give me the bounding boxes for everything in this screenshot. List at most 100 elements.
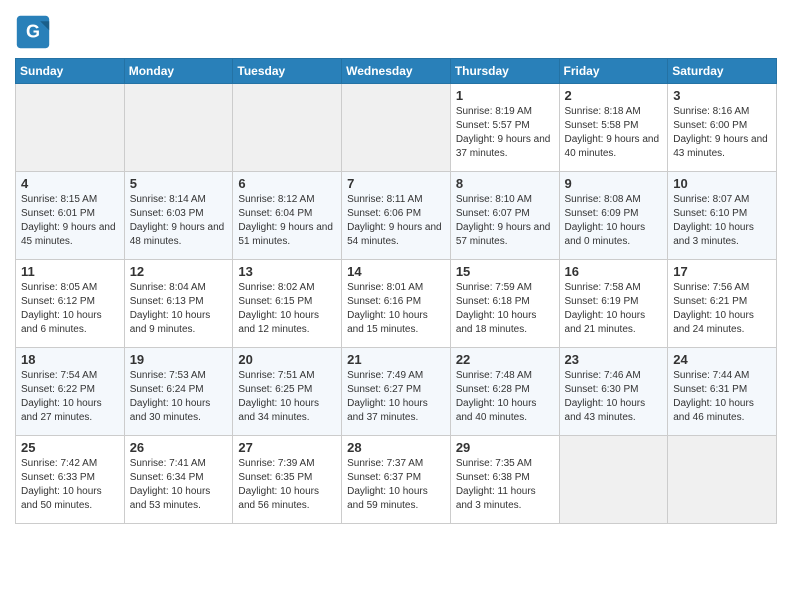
day-info: Sunrise: 8:18 AMSunset: 5:58 PMDaylight:…	[565, 105, 663, 161]
day-number: 17	[673, 264, 771, 279]
day-cell: 27 Sunrise: 7:39 AMSunset: 6:35 PMDayligh…	[233, 436, 342, 524]
day-cell	[16, 84, 125, 172]
day-header-friday: Friday	[559, 59, 668, 84]
day-cell: 2 Sunrise: 8:18 AMSunset: 5:58 PMDaylight…	[559, 84, 668, 172]
day-cell: 3 Sunrise: 8:16 AMSunset: 6:00 PMDaylight…	[668, 84, 777, 172]
day-info: Sunrise: 7:58 AMSunset: 6:19 PMDaylight:…	[565, 281, 663, 337]
day-number: 24	[673, 352, 771, 367]
calendar-table: SundayMondayTuesdayWednesdayThursdayFrid…	[15, 58, 777, 524]
day-number: 2	[565, 88, 663, 103]
day-info: Sunrise: 8:14 AMSunset: 6:03 PMDaylight:…	[130, 193, 228, 249]
day-number: 3	[673, 88, 771, 103]
calendar-header: SundayMondayTuesdayWednesdayThursdayFrid…	[16, 59, 777, 84]
day-number: 21	[347, 352, 445, 367]
day-cell: 13Sunrise: 8:02 AMSunset: 6:15 PMDayligh…	[233, 260, 342, 348]
day-header-wednesday: Wednesday	[342, 59, 451, 84]
logo: G	[15, 14, 53, 50]
day-cell: 16 Sunrise: 7:58 AMSunset: 6:19 PMDayligh…	[559, 260, 668, 348]
day-number: 22	[456, 352, 554, 367]
day-number: 26	[130, 440, 228, 455]
day-cell	[668, 436, 777, 524]
day-header-saturday: Saturday	[668, 59, 777, 84]
day-header-sunday: Sunday	[16, 59, 125, 84]
page-header: G	[15, 10, 777, 50]
day-number: 14	[347, 264, 445, 279]
day-cell	[233, 84, 342, 172]
day-cell: 23Sunrise: 7:46 AMSunset: 6:30 PMDayligh…	[559, 348, 668, 436]
day-cell: 22Sunrise: 7:48 AMSunset: 6:28 PMDayligh…	[450, 348, 559, 436]
day-number: 27	[238, 440, 336, 455]
day-cell: 28 Sunrise: 7:37 AMSunset: 6:37 PMDayligh…	[342, 436, 451, 524]
day-info: Sunrise: 7:37 AMSunset: 6:37 PMDaylight:…	[347, 457, 445, 513]
week-row-1: 1 Sunrise: 8:19 AMSunset: 5:57 PMDaylight…	[16, 84, 777, 172]
day-cell: 8Sunrise: 8:10 AMSunset: 6:07 PMDaylight…	[450, 172, 559, 260]
day-number: 15	[456, 264, 554, 279]
day-number: 10	[673, 176, 771, 191]
day-cell: 4 Sunrise: 8:15 AMSunset: 6:01 PMDaylight…	[16, 172, 125, 260]
day-cell: 18 Sunrise: 7:54 AMSunset: 6:22 PMDayligh…	[16, 348, 125, 436]
day-number: 23	[565, 352, 663, 367]
day-cell: 19 Sunrise: 7:53 AMSunset: 6:24 PMDayligh…	[124, 348, 233, 436]
day-number: 7	[347, 176, 445, 191]
day-cell: 1 Sunrise: 8:19 AMSunset: 5:57 PMDaylight…	[450, 84, 559, 172]
day-info: Sunrise: 7:56 AMSunset: 6:21 PMDaylight:…	[673, 281, 771, 337]
day-header-tuesday: Tuesday	[233, 59, 342, 84]
day-info: Sunrise: 8:01 AMSunset: 6:16 PMDaylight:…	[347, 281, 445, 337]
day-info: Sunrise: 7:49 AMSunset: 6:27 PMDaylight:…	[347, 369, 445, 425]
day-number: 12	[130, 264, 228, 279]
day-info: Sunrise: 8:10 AMSunset: 6:07 PMDaylight:…	[456, 193, 554, 249]
day-cell	[124, 84, 233, 172]
day-cell: 11 Sunrise: 8:05 AMSunset: 6:12 PMDayligh…	[16, 260, 125, 348]
day-number: 13	[238, 264, 336, 279]
day-cell	[559, 436, 668, 524]
calendar-body: 1 Sunrise: 8:19 AMSunset: 5:57 PMDaylight…	[16, 84, 777, 524]
day-info: Sunrise: 8:12 AMSunset: 6:04 PMDaylight:…	[238, 193, 336, 249]
day-info: Sunrise: 7:42 AMSunset: 6:33 PMDaylight:…	[21, 457, 119, 513]
day-cell: 26 Sunrise: 7:41 AMSunset: 6:34 PMDayligh…	[124, 436, 233, 524]
day-number: 16	[565, 264, 663, 279]
day-number: 6	[238, 176, 336, 191]
day-info: Sunrise: 7:54 AMSunset: 6:22 PMDaylight:…	[21, 369, 119, 425]
day-header-monday: Monday	[124, 59, 233, 84]
day-number: 28	[347, 440, 445, 455]
day-number: 25	[21, 440, 119, 455]
day-info: Sunrise: 8:19 AMSunset: 5:57 PMDaylight:…	[456, 105, 554, 161]
day-info: Sunrise: 7:41 AMSunset: 6:34 PMDaylight:…	[130, 457, 228, 513]
day-cell: 25 Sunrise: 7:42 AMSunset: 6:33 PMDayligh…	[16, 436, 125, 524]
day-number: 4	[21, 176, 119, 191]
day-cell: 21 Sunrise: 7:49 AMSunset: 6:27 PMDayligh…	[342, 348, 451, 436]
day-cell: 20 Sunrise: 7:51 AMSunset: 6:25 PMDayligh…	[233, 348, 342, 436]
day-header-thursday: Thursday	[450, 59, 559, 84]
svg-text:G: G	[26, 21, 40, 41]
day-info: Sunrise: 7:44 AMSunset: 6:31 PMDaylight:…	[673, 369, 771, 425]
day-cell: 7 Sunrise: 8:11 AMSunset: 6:06 PMDaylight…	[342, 172, 451, 260]
day-cell: 12 Sunrise: 8:04 AMSunset: 6:13 PMDayligh…	[124, 260, 233, 348]
week-row-2: 4 Sunrise: 8:15 AMSunset: 6:01 PMDaylight…	[16, 172, 777, 260]
day-info: Sunrise: 7:39 AMSunset: 6:35 PMDaylight:…	[238, 457, 336, 513]
header-row: SundayMondayTuesdayWednesdayThursdayFrid…	[16, 59, 777, 84]
day-info: Sunrise: 8:15 AMSunset: 6:01 PMDaylight:…	[21, 193, 119, 249]
logo-icon: G	[15, 14, 51, 50]
day-cell: 15Sunrise: 7:59 AMSunset: 6:18 PMDayligh…	[450, 260, 559, 348]
day-number: 19	[130, 352, 228, 367]
day-cell: 29Sunrise: 7:35 AMSunset: 6:38 PMDayligh…	[450, 436, 559, 524]
week-row-5: 25 Sunrise: 7:42 AMSunset: 6:33 PMDayligh…	[16, 436, 777, 524]
day-cell: 10Sunrise: 8:07 AMSunset: 6:10 PMDayligh…	[668, 172, 777, 260]
day-cell: 9Sunrise: 8:08 AMSunset: 6:09 PMDaylight…	[559, 172, 668, 260]
day-info: Sunrise: 8:04 AMSunset: 6:13 PMDaylight:…	[130, 281, 228, 337]
day-info: Sunrise: 8:08 AMSunset: 6:09 PMDaylight:…	[565, 193, 663, 249]
day-number: 18	[21, 352, 119, 367]
day-info: Sunrise: 7:51 AMSunset: 6:25 PMDaylight:…	[238, 369, 336, 425]
day-info: Sunrise: 8:05 AMSunset: 6:12 PMDaylight:…	[21, 281, 119, 337]
calendar-page: G SundayMondayTuesdayWednesdayThursdayFr…	[0, 0, 792, 539]
day-number: 5	[130, 176, 228, 191]
day-info: Sunrise: 8:11 AMSunset: 6:06 PMDaylight:…	[347, 193, 445, 249]
day-info: Sunrise: 8:16 AMSunset: 6:00 PMDaylight:…	[673, 105, 771, 161]
day-cell: 17 Sunrise: 7:56 AMSunset: 6:21 PMDayligh…	[668, 260, 777, 348]
day-cell: 14 Sunrise: 8:01 AMSunset: 6:16 PMDayligh…	[342, 260, 451, 348]
day-cell: 6 Sunrise: 8:12 AMSunset: 6:04 PMDaylight…	[233, 172, 342, 260]
day-number: 1	[456, 88, 554, 103]
day-number: 20	[238, 352, 336, 367]
day-info: Sunrise: 7:53 AMSunset: 6:24 PMDaylight:…	[130, 369, 228, 425]
day-number: 11	[21, 264, 119, 279]
